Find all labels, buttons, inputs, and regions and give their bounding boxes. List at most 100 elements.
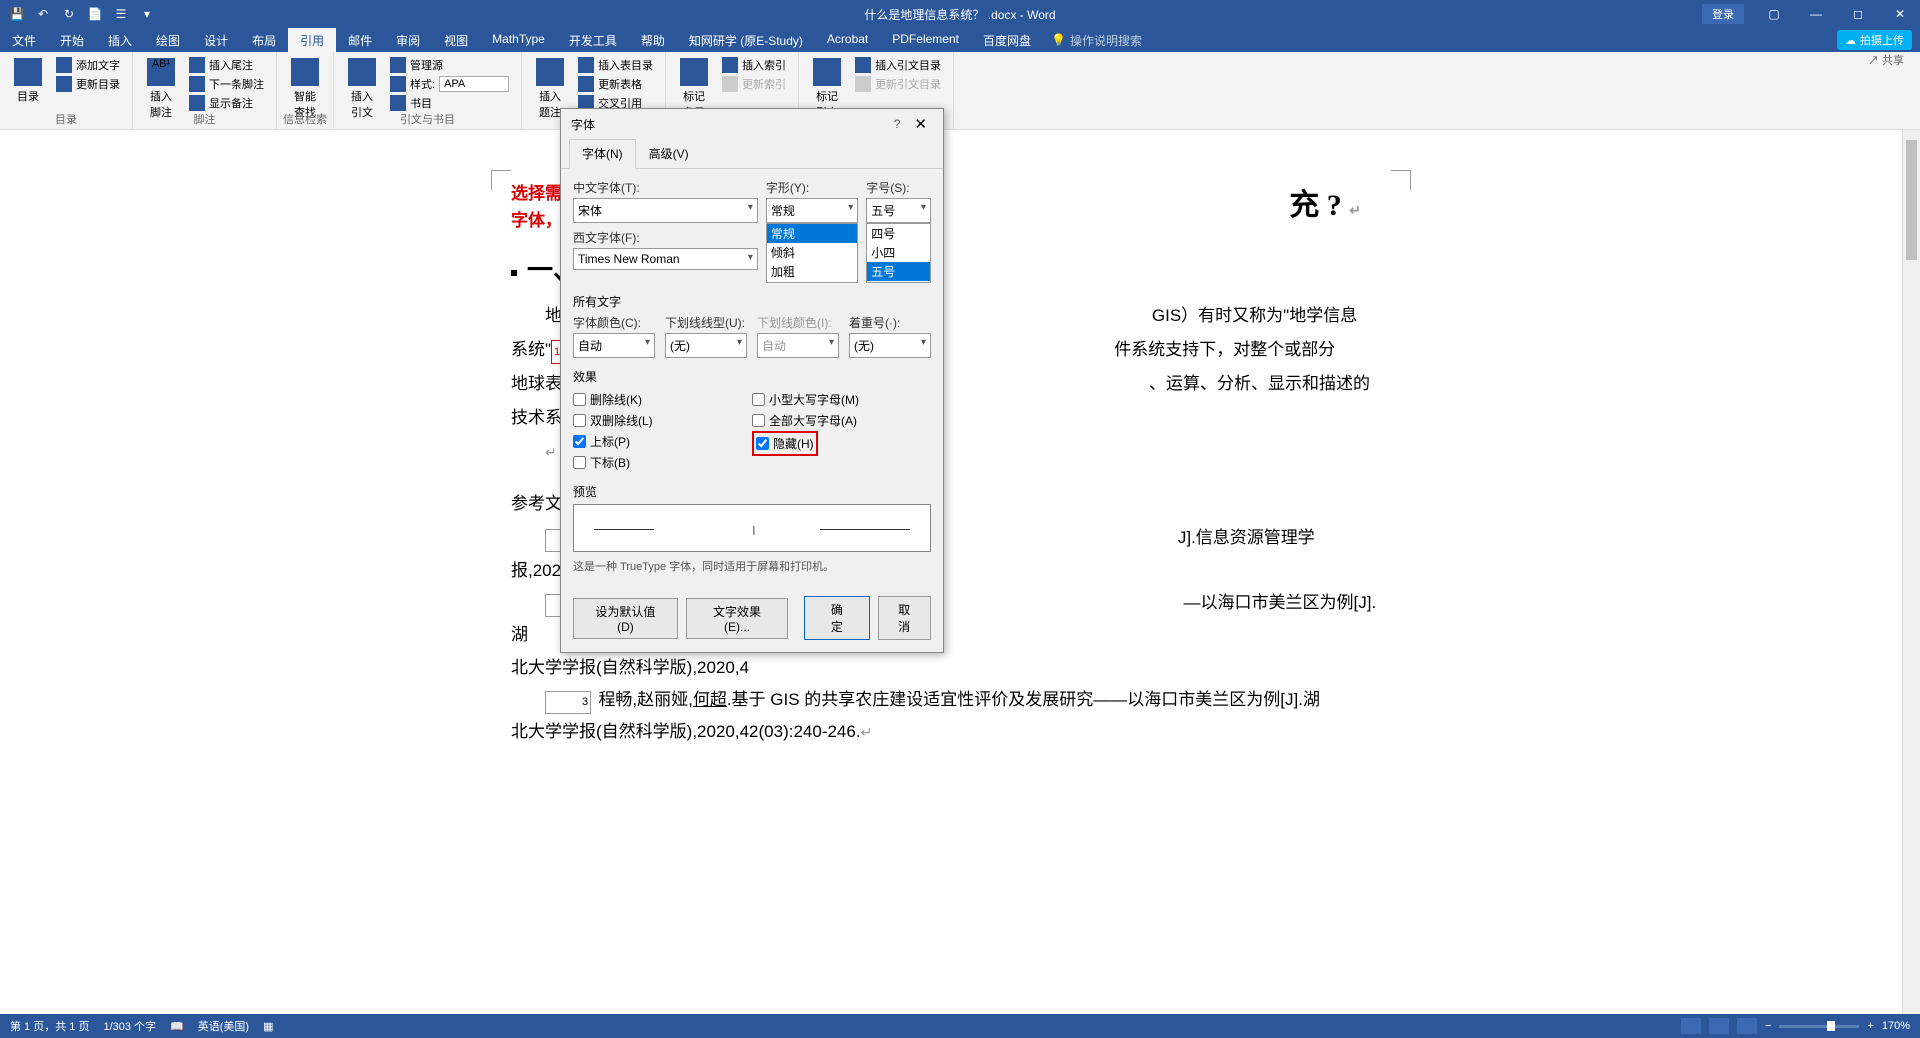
list-item[interactable]: 加粗 xyxy=(767,262,857,281)
update-toc-button[interactable]: 更新目录 xyxy=(52,75,124,93)
zoom-in-icon[interactable]: + xyxy=(1867,1020,1873,1032)
zoom-slider[interactable] xyxy=(1779,1025,1859,1028)
bibliography-button[interactable]: 书目 xyxy=(386,94,513,112)
update-toa-button[interactable]: 更新引文目录 xyxy=(851,75,945,93)
tab-estudy[interactable]: 知网研学 (原E-Study) xyxy=(677,28,815,52)
document-area[interactable]: 充 ? ↵ 选择需要隐藏的内容，右键打开 字体，选择隐藏后确定即可 一、地理信息… xyxy=(0,130,1902,1014)
tab-acrobat[interactable]: Acrobat xyxy=(815,28,880,52)
tab-insert[interactable]: 插入 xyxy=(96,28,144,52)
tab-mailings[interactable]: 邮件 xyxy=(336,28,384,52)
document-title: 什么是地理信息系统？ .docx - Word xyxy=(864,6,1055,23)
insert-tof-button[interactable]: 插入表目录 xyxy=(574,56,657,74)
macro-icon[interactable]: ▦ xyxy=(263,1020,273,1033)
update-index-button[interactable]: 更新索引 xyxy=(718,75,790,93)
new-doc-icon[interactable]: 📄 xyxy=(86,5,104,23)
tab-review[interactable]: 审阅 xyxy=(384,28,432,52)
list-item[interactable]: 倾斜 xyxy=(767,243,857,262)
tab-font[interactable]: 字体(N) xyxy=(569,139,636,169)
preview-label: 预览 xyxy=(573,483,931,500)
undo-icon[interactable]: ↶ xyxy=(34,5,52,23)
scroll-thumb[interactable] xyxy=(1906,140,1917,260)
dstrike-checkbox[interactable]: 双删除线(L) xyxy=(573,410,752,431)
word-count[interactable]: 1/303 个字 xyxy=(103,1018,156,1034)
tab-advanced[interactable]: 高级(V) xyxy=(636,139,702,168)
caption-icon xyxy=(536,58,564,86)
cn-font-combo[interactable]: 宋体 xyxy=(573,198,758,223)
redo-icon[interactable]: ↻ xyxy=(60,5,78,23)
page-indicator[interactable]: 第 1 页，共 1 页 xyxy=(10,1018,89,1034)
default-button[interactable]: 设为默认值(D) xyxy=(573,598,678,639)
super-checkbox[interactable]: 上标(P) xyxy=(573,431,752,452)
tab-mathtype[interactable]: MathType xyxy=(480,28,557,52)
language-indicator[interactable]: 英语(美国) xyxy=(198,1018,249,1034)
zoom-level[interactable]: 170% xyxy=(1882,1020,1910,1032)
size-input[interactable]: 五号 xyxy=(866,198,931,223)
text-effects-button[interactable]: 文字效果(E)... xyxy=(686,598,788,639)
tab-baidu[interactable]: 百度网盘 xyxy=(971,28,1043,52)
cancel-button[interactable]: 取消 xyxy=(878,596,931,640)
strike-checkbox[interactable]: 删除线(K) xyxy=(573,389,752,410)
tab-draw[interactable]: 绘图 xyxy=(144,28,192,52)
insert-endnote-button[interactable]: 插入尾注 xyxy=(185,56,268,74)
dialog-titlebar[interactable]: 字体 ? ✕ xyxy=(561,109,943,139)
smallcaps-checkbox[interactable]: 小型大写字母(M) xyxy=(752,389,931,410)
zoom-out-icon[interactable]: − xyxy=(1765,1020,1771,1032)
close-icon[interactable]: ✕ xyxy=(908,115,933,133)
web-layout-icon[interactable] xyxy=(1737,1018,1757,1034)
citation-style-combo[interactable]: 样式:APA xyxy=(386,75,513,93)
tab-file[interactable]: 文件 xyxy=(0,28,48,52)
cn-font-label: 中文字体(T): xyxy=(573,179,758,196)
save-icon[interactable]: 💾 xyxy=(8,5,26,23)
size-listbox[interactable]: 四号 小四 五号 xyxy=(866,223,931,283)
ok-button[interactable]: 确定 xyxy=(804,596,869,640)
qat-more-icon[interactable]: ▾ xyxy=(138,5,156,23)
insert-toa-button[interactable]: 插入引文目录 xyxy=(851,56,945,74)
update-table-button[interactable]: 更新表格 xyxy=(574,75,657,93)
ribbon-options-icon[interactable]: ▢ xyxy=(1754,0,1794,28)
list-item[interactable]: 五号 xyxy=(867,262,930,281)
hidden-checkbox[interactable]: 隐藏(H) xyxy=(756,433,814,454)
upload-badge[interactable]: ☁ 拍摄上传 xyxy=(1837,30,1912,50)
vertical-scrollbar[interactable] xyxy=(1902,130,1920,1014)
tab-references[interactable]: 引用 xyxy=(288,28,336,52)
tell-me-search[interactable]: 💡 操作说明搜索 xyxy=(1043,28,1150,52)
allcaps-checkbox[interactable]: 全部大写字母(A) xyxy=(752,410,931,431)
tab-design[interactable]: 设计 xyxy=(192,28,240,52)
sub-checkbox[interactable]: 下标(B) xyxy=(573,452,752,473)
update-toa-icon xyxy=(855,76,871,92)
read-mode-icon[interactable] xyxy=(1681,1018,1701,1034)
next-footnote-button[interactable]: 下一条脚注 xyxy=(185,75,268,93)
tab-help[interactable]: 帮助 xyxy=(629,28,677,52)
emphasis-label: 着重号(·): xyxy=(849,314,931,331)
touch-mode-icon[interactable]: ☰ xyxy=(112,5,130,23)
tab-home[interactable]: 开始 xyxy=(48,28,96,52)
spell-check-icon[interactable]: 📖 xyxy=(170,1020,184,1033)
print-layout-icon[interactable] xyxy=(1709,1018,1729,1034)
west-font-combo[interactable]: Times New Roman xyxy=(573,248,758,270)
insert-index-button[interactable]: 插入索引 xyxy=(718,56,790,74)
ucolor-label: 下划线颜色(I): xyxy=(757,314,839,331)
style-listbox[interactable]: 常规 倾斜 加粗 xyxy=(766,223,858,283)
maximize-icon[interactable]: ◻ xyxy=(1838,0,1878,28)
tab-view[interactable]: 视图 xyxy=(432,28,480,52)
color-combo[interactable]: 自动 xyxy=(573,333,655,358)
list-item[interactable]: 常规 xyxy=(767,224,857,243)
list-item[interactable]: 四号 xyxy=(867,224,930,243)
list-item[interactable]: 小四 xyxy=(867,243,930,262)
close-icon[interactable]: ✕ xyxy=(1880,0,1920,28)
color-label: 字体颜色(C): xyxy=(573,314,655,331)
help-icon[interactable]: ? xyxy=(886,117,909,131)
tab-layout[interactable]: 布局 xyxy=(240,28,288,52)
emphasis-combo[interactable]: (无) xyxy=(849,333,931,358)
manage-sources-button[interactable]: 管理源 xyxy=(386,56,513,74)
share-button[interactable]: ↗ 共享 xyxy=(1860,50,1912,70)
mark-entry-icon xyxy=(680,58,708,86)
style-input[interactable]: 常规 xyxy=(766,198,858,223)
underline-combo[interactable]: (无) xyxy=(665,333,747,358)
show-notes-button[interactable]: 显示备注 xyxy=(185,94,268,112)
tab-developer[interactable]: 开发工具 xyxy=(557,28,629,52)
minimize-icon[interactable]: — xyxy=(1796,0,1836,28)
tab-pdfelement[interactable]: PDFelement xyxy=(880,28,971,52)
add-text-button[interactable]: 添加文字 xyxy=(52,56,124,74)
login-button[interactable]: 登录 xyxy=(1702,4,1744,24)
